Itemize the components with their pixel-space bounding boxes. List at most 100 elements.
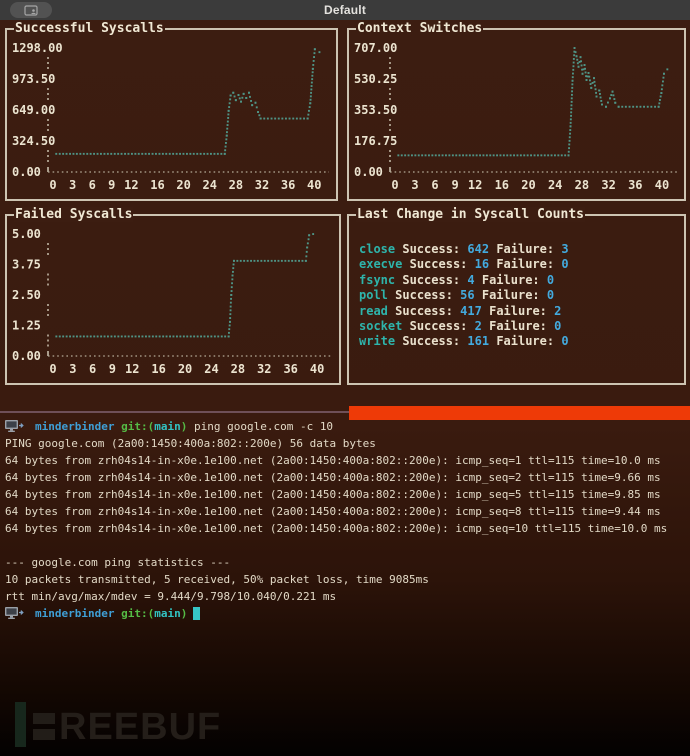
svg-text:0.00: 0.00 [12, 349, 41, 363]
svg-text:2.50: 2.50 [12, 288, 41, 302]
ping-stats-header: --- google.com ping statistics --- [5, 556, 231, 569]
success-label: Success: [395, 303, 453, 318]
screen-share-button[interactable] [10, 2, 52, 18]
svg-text:32: 32 [255, 178, 269, 192]
svg-text:1298.00: 1298.00 [12, 41, 63, 55]
prompt-git-suffix: ) [180, 420, 188, 433]
panel-title: Last Change in Syscall Counts [356, 207, 585, 222]
successful-syscalls-chart: 1298.00973.50649.00324.500.000 3 6 9 12 16 20 2… [12, 41, 329, 192]
svg-text:6: 6 [431, 178, 438, 192]
failure-count: 3 [561, 242, 569, 256]
svg-text:24: 24 [202, 178, 216, 192]
window-title: Default [323, 3, 367, 17]
success-label: Success: [395, 288, 453, 303]
svg-text:32: 32 [601, 178, 615, 192]
svg-text:40: 40 [310, 362, 324, 376]
context-switches-chart: 707.00530.25353.50176.750.000 3 6 9 12 16 20 24… [354, 41, 677, 192]
panel-last-change: Last Change in Syscall Counts close Succ… [347, 207, 686, 385]
syscall-name: poll [359, 288, 388, 303]
svg-text:353.50: 353.50 [354, 103, 397, 117]
panel-context-switches: Context Switches 707.00 530.25 353.50 176.7… [347, 21, 686, 201]
failure-count: 2 [554, 303, 562, 318]
syscall-count-row: close Success: 642 Failure: 3 [359, 242, 678, 257]
syscall-count-row: socket Success: 2 Failure: 0 [359, 319, 678, 334]
prompt-line: minderbinder git:(main) [5, 605, 689, 622]
ping-reply-line: 64 bytes from zrh04s14-in-x0e.1e100.net … [5, 488, 661, 501]
success-count: 56 [460, 288, 475, 303]
freebuf-watermark: REEBUF [15, 702, 221, 752]
svg-text:649.00: 649.00 [12, 103, 55, 117]
success-label: Success: [409, 318, 468, 333]
prompt-git-prefix: git:( [121, 607, 155, 620]
svg-text:0: 0 [49, 362, 56, 376]
svg-text:28: 28 [231, 362, 245, 376]
svg-text:16: 16 [151, 362, 165, 376]
ping-header-line: PING google.com (2a00:1450:400a:802::200… [5, 437, 376, 450]
svg-text:176.75: 176.75 [354, 134, 397, 148]
prompt-command: ping google.com -c 10 [193, 420, 334, 433]
failed-syscalls-chart: 5.003.752.501.250.000 3 6 9 12 16 20 24 28 32 36 40 [12, 227, 332, 376]
svg-text:24: 24 [204, 362, 218, 376]
svg-text:6: 6 [89, 362, 96, 376]
prompt-git-prefix: git:( [121, 420, 155, 433]
terminal-cursor[interactable] [193, 607, 201, 620]
success-count: 2 [474, 318, 482, 333]
svg-text:0: 0 [49, 178, 56, 192]
svg-text:36: 36 [281, 178, 295, 192]
pane-divider [0, 411, 350, 413]
ping-rtt-line: rtt min/avg/max/mdev = 9.444/9.798/10.04… [5, 590, 337, 603]
svg-text:40: 40 [307, 178, 321, 192]
svg-text:24: 24 [548, 178, 562, 192]
syscall-count-row: read Success: 417 Failure: 2 [359, 304, 678, 319]
panel-failed-syscalls: Failed Syscalls 5.00 3.75 2.50 1.25 0.00 0 3 6 9… [5, 207, 341, 385]
failure-count: 0 [554, 318, 562, 333]
watermark-bar [15, 702, 26, 747]
failure-count: 0 [546, 272, 555, 287]
syscall-count-row: write Success: 161 Failure: 0 [359, 334, 678, 349]
prompt-branch: main [154, 607, 181, 620]
ping-reply-line: 64 bytes from zrh04s14-in-x0e.1e100.net … [5, 522, 668, 535]
svg-text:16: 16 [150, 178, 164, 192]
svg-text:28: 28 [229, 178, 243, 192]
terminal-output: minderbinder git:(main) ping google.com … [5, 418, 689, 622]
svg-text:20: 20 [178, 362, 192, 376]
panel-successful-syscalls: Successful Syscalls 1298.00 973.50 649.00 3… [5, 21, 338, 201]
svg-text:3: 3 [411, 178, 418, 192]
success-label: Success: [402, 334, 461, 349]
svg-text:36: 36 [628, 178, 642, 192]
svg-text:1.25: 1.25 [12, 319, 41, 333]
svg-text:9: 9 [451, 178, 458, 192]
ping-reply-line: 64 bytes from zrh04s14-in-x0e.1e100.net … [5, 505, 661, 518]
syscall-count-row: fsync Success: 4 Failure: 0 [359, 273, 678, 288]
svg-text:0.00: 0.00 [354, 165, 383, 179]
watermark-f-glyph [33, 713, 55, 740]
failure-label: Failure: [496, 257, 555, 272]
svg-text:3: 3 [69, 178, 76, 192]
title-bar: Default [0, 0, 690, 20]
svg-text:36: 36 [283, 362, 297, 376]
svg-text:707.00: 707.00 [354, 41, 397, 55]
terminal-screen[interactable]: Successful Syscalls 1298.00 973.50 649.00 3… [0, 20, 690, 756]
success-label: Success: [409, 257, 468, 272]
syscall-name: write [359, 334, 396, 349]
svg-text:40: 40 [655, 178, 669, 192]
failure-count: 0 [546, 288, 555, 303]
svg-text:324.50: 324.50 [12, 134, 55, 148]
failure-label: Failure: [496, 334, 555, 349]
ping-reply-line: 64 bytes from zrh04s14-in-x0e.1e100.net … [5, 454, 661, 467]
prompt-host: minderbinder [35, 420, 115, 433]
svg-text:9: 9 [109, 362, 116, 376]
ping-stats-line: 10 packets transmitted, 5 received, 50% … [5, 573, 429, 586]
prompt-line: minderbinder git:(main) ping google.com … [5, 418, 689, 435]
success-count: 161 [467, 334, 490, 349]
svg-text:20: 20 [176, 178, 190, 192]
svg-text:32: 32 [257, 362, 271, 376]
svg-text:6: 6 [89, 178, 96, 192]
failure-label: Failure: [489, 318, 547, 333]
syscall-name: read [359, 303, 388, 318]
failure-label: Failure: [481, 288, 540, 303]
success-count: 4 [467, 272, 475, 287]
ping-reply-line: 64 bytes from zrh04s14-in-x0e.1e100.net … [5, 471, 661, 484]
prompt-git-suffix: ) [180, 607, 188, 620]
